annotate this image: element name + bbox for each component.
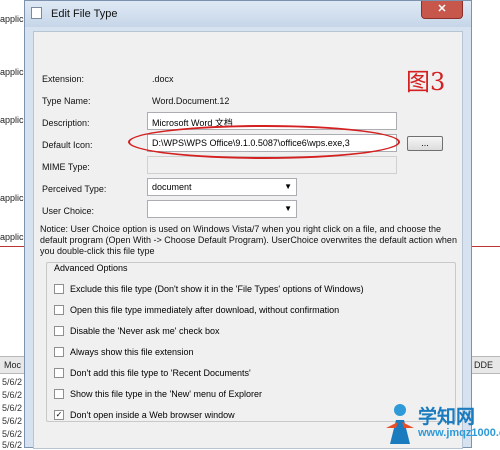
option-exclude[interactable]: Exclude this file type (Don't show it in…	[54, 283, 364, 295]
option-label: Don't add this file type to 'Recent Docu…	[70, 368, 251, 378]
background-row: 5/6/2	[2, 429, 23, 439]
chevron-down-icon: ▼	[284, 182, 292, 191]
watermark-text: 学知网	[418, 407, 476, 428]
option-label: Always show this file extension	[70, 347, 194, 357]
background-header-label: Moc	[4, 360, 22, 370]
dialog-content: 图3 Extension: .docx Type Name: Word.Docu…	[33, 31, 463, 449]
checkbox[interactable]	[54, 388, 64, 399]
perceived-type-select[interactable]: document ▼	[147, 178, 297, 196]
checkbox[interactable]	[54, 367, 64, 378]
option-disable-never-ask[interactable]: Disable the 'Never ask me' check box	[54, 325, 220, 337]
checkbox[interactable]	[54, 346, 64, 357]
default-icon-label: Default Icon:	[42, 140, 93, 150]
option-no-recent-documents[interactable]: Don't add this file type to 'Recent Docu…	[54, 367, 251, 379]
option-label: Exclude this file type (Don't show it in…	[70, 284, 364, 294]
close-button[interactable]: ✕	[421, 1, 463, 19]
type-name-value: Word.Document.12	[152, 96, 230, 106]
annotation-label: 图3	[406, 68, 446, 96]
extension-label: Extension:	[42, 74, 85, 84]
user-choice-select[interactable]: ▼	[147, 200, 297, 218]
window-icon	[31, 7, 42, 19]
background-list-item: applic	[0, 67, 24, 77]
browse-button[interactable]: ...	[407, 136, 443, 151]
option-show-in-new-menu[interactable]: Show this file type in the 'New' menu of…	[54, 388, 263, 400]
checkbox[interactable]	[54, 283, 64, 294]
watermark-logo-icon	[386, 404, 414, 444]
background-list-item: applic	[0, 14, 24, 24]
user-choice-label: User Choice:	[42, 206, 95, 216]
watermark-url: www.jmqz1000.com	[418, 427, 500, 439]
option-label: Don't open inside a Web browser window	[70, 410, 235, 420]
dialog-title: Edit File Type	[51, 8, 118, 20]
background-row: 5/6/2	[2, 416, 23, 426]
user-choice-notice: Notice: User Choice option is used on Wi…	[40, 224, 457, 256]
advanced-options-title: Advanced Options	[52, 263, 130, 273]
checkbox[interactable]	[54, 304, 64, 315]
background-row: 5/6/2	[2, 390, 23, 400]
type-name-label: Type Name:	[42, 96, 91, 106]
checkbox[interactable]	[54, 325, 64, 336]
option-label: Disable the 'Never ask me' check box	[70, 326, 220, 336]
option-label: Open this file type immediately after do…	[70, 305, 340, 315]
mime-type-label: MIME Type:	[42, 162, 90, 172]
option-always-show-extension[interactable]: Always show this file extension	[54, 346, 194, 358]
background-list-item: applic	[0, 115, 24, 125]
option-no-browser-open[interactable]: ✓ Don't open inside a Web browser window	[54, 409, 235, 421]
background-list-item: applic	[0, 193, 24, 203]
perceived-type-value: document	[152, 182, 192, 192]
option-label: Show this file type in the 'New' menu of…	[70, 389, 263, 399]
site-watermark: 学知网 www.jmqz1000.com	[384, 400, 500, 448]
edit-file-type-dialog: Edit File Type ✕ 图3 Extension: .docx Typ…	[24, 0, 472, 449]
option-open-immediately[interactable]: Open this file type immediately after do…	[54, 304, 340, 316]
background-row: 5/6/2	[2, 440, 23, 450]
chevron-down-icon: ▼	[284, 204, 292, 213]
extension-value: .docx	[152, 74, 174, 84]
description-label: Description:	[42, 118, 90, 128]
background-row: 5/6/2	[2, 403, 23, 413]
annotation-circle	[128, 125, 400, 159]
background-list-item: applic	[0, 232, 24, 242]
background-row: 5/6/2	[2, 377, 23, 387]
perceived-type-label: Perceived Type:	[42, 184, 107, 194]
background-header-label: DDE	[474, 360, 494, 370]
dialog-titlebar[interactable]: Edit File Type ✕	[25, 1, 471, 27]
checkbox-checked[interactable]: ✓	[54, 409, 64, 420]
